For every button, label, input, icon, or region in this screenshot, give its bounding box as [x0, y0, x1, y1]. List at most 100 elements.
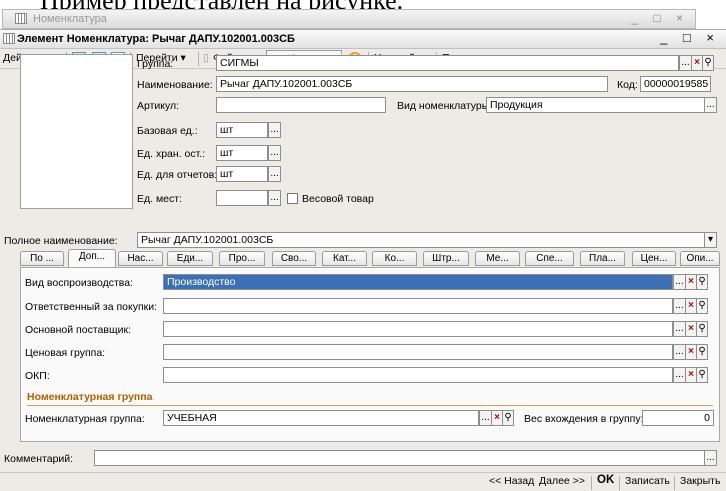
- article-label: Артикул:: [137, 100, 180, 112]
- tab-additional[interactable]: Доп...: [68, 249, 116, 268]
- catalog-icon: [15, 13, 27, 24]
- tab-categories[interactable]: Кат...: [322, 251, 367, 266]
- search-icon[interactable]: ⚲: [703, 55, 714, 71]
- comment-field[interactable]: [94, 450, 705, 466]
- close-button[interactable]: Закрыть: [680, 475, 720, 487]
- item-image-placeholder[interactable]: [20, 54, 133, 209]
- clear-icon[interactable]: ×: [686, 274, 697, 290]
- base-unit-field[interactable]: шт: [216, 122, 268, 138]
- select-button[interactable]: ...: [704, 450, 717, 466]
- search-icon[interactable]: ⚲: [697, 367, 708, 383]
- tab-barcodes[interactable]: Штр...: [423, 251, 469, 266]
- okp-label: ОКП:: [25, 370, 50, 382]
- chevron-down-icon[interactable]: ▾: [704, 232, 717, 248]
- price-group-field[interactable]: [163, 344, 673, 360]
- storage-unit-buttons: ...: [268, 145, 281, 161]
- reproduction-buttons: ... × ⚲: [673, 274, 708, 290]
- clear-icon[interactable]: ×: [692, 55, 703, 71]
- tab-prices[interactable]: Цен...: [632, 251, 676, 266]
- clear-icon[interactable]: ×: [686, 344, 697, 360]
- search-icon[interactable]: ⚲: [503, 410, 514, 426]
- element-window-titlebar: Элемент Номенклатура: Рычаг ДАПУ.102001.…: [0, 30, 726, 49]
- name-field[interactable]: Рычаг ДАПУ.102001.003СБ: [216, 76, 608, 92]
- base-unit-label: Базовая ед.:: [137, 125, 198, 137]
- outer-window-controls[interactable]: _ □ ×: [631, 11, 689, 25]
- select-button[interactable]: ...: [268, 190, 281, 206]
- weight-checkbox[interactable]: [287, 193, 298, 204]
- select-button[interactable]: ...: [268, 145, 281, 161]
- clear-icon[interactable]: ×: [686, 298, 697, 314]
- name-label: Наименование:: [137, 79, 213, 91]
- weight-in-group-field[interactable]: 0: [642, 410, 714, 426]
- group-field[interactable]: СИГМЫ: [216, 55, 679, 71]
- comment-buttons: ...: [704, 450, 717, 466]
- section-title: Номенклатурная группа: [27, 391, 153, 403]
- save-button[interactable]: Записать: [625, 475, 670, 487]
- select-button[interactable]: ...: [673, 367, 686, 383]
- select-button[interactable]: ...: [673, 298, 686, 314]
- places-unit-label: Ед. мест:: [137, 193, 182, 205]
- tab-plans[interactable]: Пла...: [580, 251, 625, 266]
- storage-unit-label: Ед. хран. ост.:: [137, 148, 206, 160]
- paperclip-icon[interactable]: ▯: [203, 52, 209, 64]
- article-field[interactable]: [216, 97, 386, 113]
- tab-main[interactable]: По ...: [20, 251, 64, 266]
- reproduction-field[interactable]: Производство: [163, 274, 673, 290]
- kind-field[interactable]: Продукция: [486, 97, 705, 113]
- outer-window-titlebar: Номенклатура _ □ ×: [2, 9, 696, 29]
- tab-settings[interactable]: Нас...: [118, 251, 163, 266]
- tab-specifications[interactable]: Спе...: [525, 251, 574, 266]
- tab-panel-additional: Вид воспроизводства: Производство ... × ⚲ …: [20, 267, 720, 442]
- tab-properties[interactable]: Сво...: [272, 251, 316, 266]
- base-unit-buttons: ...: [268, 122, 281, 138]
- weight-in-group-label: Вес вхождения в группу:: [524, 413, 644, 425]
- report-unit-label: Ед. для отчетов:: [137, 169, 218, 181]
- select-button[interactable]: ...: [268, 122, 281, 138]
- places-unit-field[interactable]: [216, 190, 268, 206]
- fullname-field[interactable]: Рычаг ДАПУ.102001.003СБ: [137, 232, 705, 248]
- select-button[interactable]: ...: [673, 344, 686, 360]
- buyer-label: Ответственный за покупки:: [25, 301, 158, 313]
- supplier-field[interactable]: [163, 321, 673, 337]
- tab-description[interactable]: Опи...: [680, 251, 720, 266]
- back-button[interactable]: << Назад: [489, 475, 534, 487]
- select-button[interactable]: ...: [704, 97, 717, 113]
- clear-icon[interactable]: ×: [492, 410, 503, 426]
- group-label: Группа:: [137, 58, 174, 70]
- weight-checkbox-label: Весовой товар: [302, 193, 374, 205]
- supplier-label: Основной поставщик:: [25, 324, 131, 336]
- toolbar-separator: [591, 476, 592, 490]
- select-button[interactable]: ...: [479, 410, 492, 426]
- search-icon[interactable]: ⚲: [697, 321, 708, 337]
- toolbar-separator: [674, 476, 675, 490]
- toolbar-separator: [619, 476, 620, 490]
- tab-units[interactable]: Еди...: [167, 251, 213, 266]
- code-label: Код:: [617, 79, 638, 91]
- search-icon[interactable]: ⚲: [697, 274, 708, 290]
- price-group-buttons: ... × ⚲: [673, 344, 708, 360]
- tab-production[interactable]: Про...: [219, 251, 265, 266]
- kind-field-buttons: ...: [704, 97, 717, 113]
- ok-button[interactable]: OK: [597, 474, 614, 486]
- next-button[interactable]: Далее >>: [539, 475, 585, 487]
- buyer-field[interactable]: [163, 298, 673, 314]
- tab-components[interactable]: Ко...: [372, 251, 417, 266]
- clear-icon[interactable]: ×: [686, 321, 697, 337]
- code-field[interactable]: 00000019585: [640, 76, 711, 92]
- report-unit-field[interactable]: шт: [216, 166, 268, 182]
- reproduction-label: Вид воспроизводства:: [25, 277, 133, 289]
- select-button[interactable]: ...: [679, 55, 692, 71]
- search-icon[interactable]: ⚲: [697, 298, 708, 314]
- search-icon[interactable]: ⚲: [697, 344, 708, 360]
- price-group-label: Ценовая группа:: [25, 347, 106, 359]
- tab-locations[interactable]: Ме...: [475, 251, 520, 266]
- storage-unit-field[interactable]: шт: [216, 145, 268, 161]
- okp-buttons: ... × ⚲: [673, 367, 708, 383]
- select-button[interactable]: ...: [268, 166, 281, 182]
- nom-group-field[interactable]: УЧЕБНАЯ: [163, 410, 479, 426]
- select-button[interactable]: ...: [673, 274, 686, 290]
- select-button[interactable]: ...: [673, 321, 686, 337]
- okp-field[interactable]: [163, 367, 673, 383]
- clear-icon[interactable]: ×: [686, 367, 697, 383]
- window-controls[interactable]: _ □ ×: [660, 30, 720, 45]
